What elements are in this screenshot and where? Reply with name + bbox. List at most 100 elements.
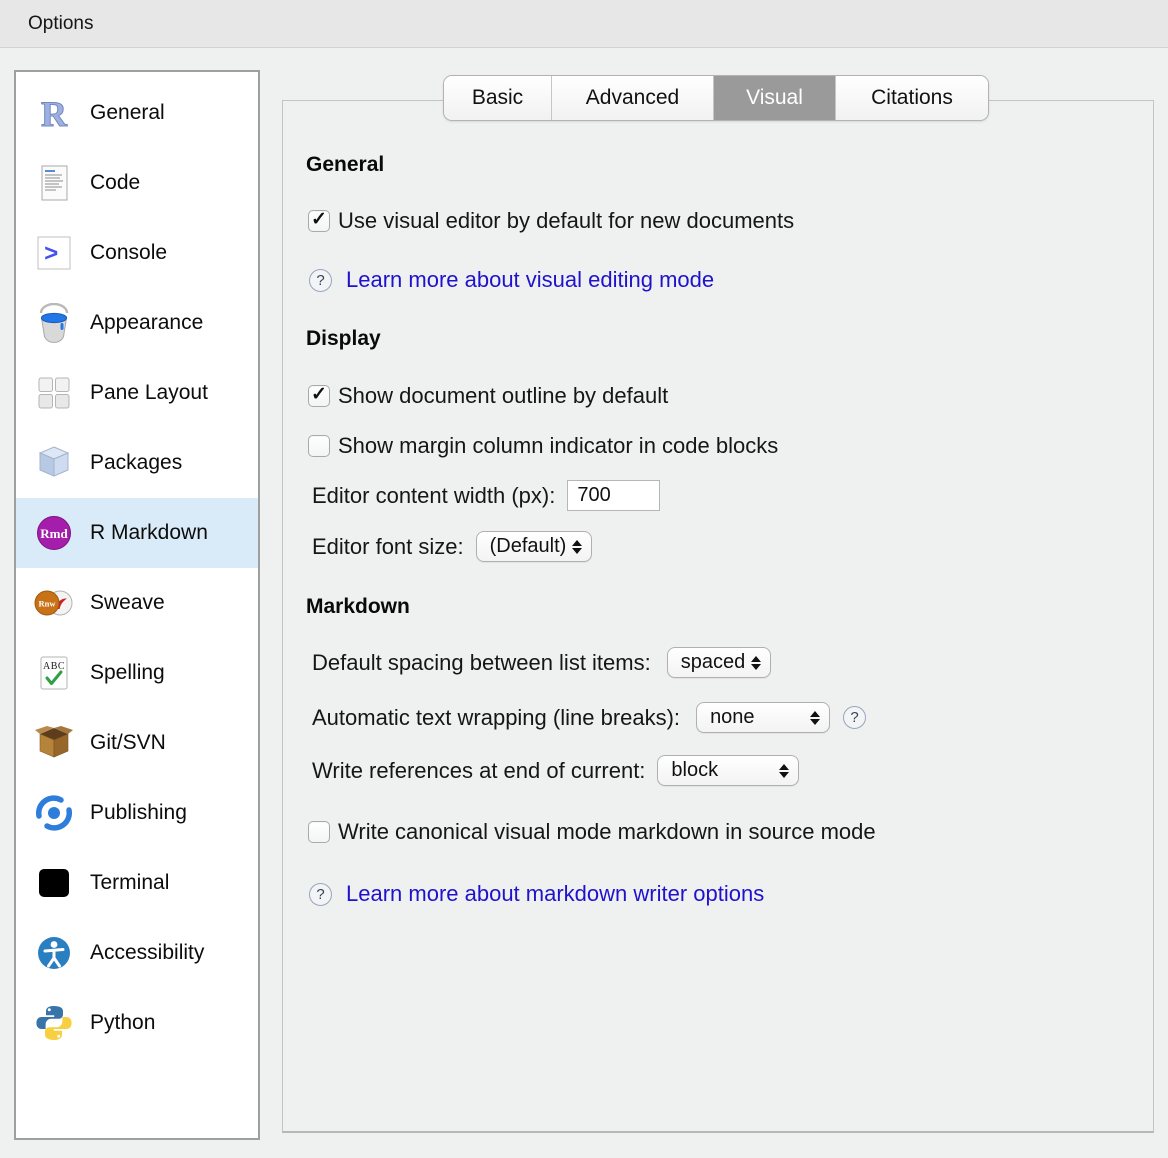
python-icon bbox=[32, 1001, 76, 1045]
show-outline-label: Show document outline by default bbox=[338, 383, 668, 409]
stepper-arrows-icon bbox=[751, 656, 761, 670]
show-margin-row: Show margin column indicator in code blo… bbox=[308, 433, 778, 459]
text-wrapping-value: none bbox=[710, 706, 755, 729]
sidebar-item-label: R Markdown bbox=[90, 521, 208, 545]
show-outline-row: ✓ Show document outline by default bbox=[308, 383, 668, 409]
section-title-general: General bbox=[306, 153, 384, 177]
markdown-writer-help-row: ? Learn more about markdown writer optio… bbox=[309, 881, 764, 907]
svg-text:ABC: ABC bbox=[43, 661, 65, 672]
canonical-markdown-checkbox[interactable] bbox=[308, 821, 330, 843]
sidebar-item-general[interactable]: R General bbox=[16, 78, 258, 148]
sidebar-item-label: Git/SVN bbox=[90, 731, 166, 755]
canonical-markdown-row: Write canonical visual mode markdown in … bbox=[308, 819, 876, 845]
svg-text:Rmd: Rmd bbox=[40, 526, 68, 541]
show-margin-checkbox[interactable] bbox=[308, 435, 330, 457]
r-logo-icon: R bbox=[32, 91, 76, 135]
section-title-display: Display bbox=[306, 327, 381, 351]
tab-visual[interactable]: Visual bbox=[714, 76, 836, 120]
help-icon[interactable]: ? bbox=[309, 269, 332, 292]
editor-width-input[interactable] bbox=[567, 480, 660, 511]
sidebar-item-label: Code bbox=[90, 171, 140, 195]
sidebar-item-label: Publishing bbox=[90, 801, 187, 825]
editor-width-label: Editor content width (px): bbox=[312, 483, 555, 509]
stepper-arrows-icon bbox=[779, 764, 789, 778]
editor-font-size-select[interactable]: (Default) bbox=[476, 531, 593, 562]
sidebar-item-publishing[interactable]: Publishing bbox=[16, 778, 258, 848]
list-spacing-select[interactable]: spaced bbox=[667, 647, 772, 678]
sidebar-item-appearance[interactable]: Appearance bbox=[16, 288, 258, 358]
tab-advanced[interactable]: Advanced bbox=[552, 76, 714, 120]
checkmark-icon: ✓ bbox=[311, 383, 327, 406]
sidebar-item-console[interactable]: > Console bbox=[16, 218, 258, 288]
rmarkdown-icon: Rmd bbox=[32, 511, 76, 555]
tab-bar: Basic Advanced Visual Citations bbox=[443, 75, 989, 121]
sidebar-item-python[interactable]: Python bbox=[16, 988, 258, 1058]
appearance-icon bbox=[32, 301, 76, 345]
svg-text:Rnw: Rnw bbox=[38, 599, 56, 609]
help-icon[interactable]: ? bbox=[309, 883, 332, 906]
sidebar-item-label: Spelling bbox=[90, 661, 165, 685]
sidebar-item-label: Packages bbox=[90, 451, 182, 475]
content-panel bbox=[282, 100, 1154, 1133]
console-icon: > bbox=[32, 231, 76, 275]
sidebar-item-pane-layout[interactable]: Pane Layout bbox=[16, 358, 258, 428]
references-select[interactable]: block bbox=[657, 755, 799, 786]
sidebar-item-sweave[interactable]: Rnw Sweave bbox=[16, 568, 258, 638]
use-visual-editor-label: Use visual editor by default for new doc… bbox=[338, 208, 794, 234]
stepper-arrows-icon bbox=[572, 540, 582, 554]
sidebar-item-packages[interactable]: Packages bbox=[16, 428, 258, 498]
sidebar-item-terminal[interactable]: Terminal bbox=[16, 848, 258, 918]
tab-citations[interactable]: Citations bbox=[836, 76, 988, 120]
sidebar-item-label: General bbox=[90, 101, 165, 125]
references-row: Write references at end of current: bloc… bbox=[312, 755, 799, 786]
sidebar-item-r-markdown[interactable]: Rmd R Markdown bbox=[16, 498, 258, 568]
svg-text:R: R bbox=[41, 94, 68, 133]
editor-font-size-row: Editor font size: (Default) bbox=[312, 531, 592, 562]
sidebar-item-label: Appearance bbox=[90, 311, 203, 335]
options-sidebar: R General Code > Console Appearance Pane… bbox=[14, 70, 260, 1140]
options-dialog: { "window": { "title": "Options" }, "ico… bbox=[0, 0, 1168, 1158]
text-wrapping-label: Automatic text wrapping (line breaks): bbox=[312, 705, 680, 731]
sidebar-item-git-svn[interactable]: Git/SVN bbox=[16, 708, 258, 778]
learn-visual-editing-link[interactable]: Learn more about visual editing mode bbox=[346, 267, 714, 293]
editor-width-row: Editor content width (px): bbox=[312, 480, 660, 511]
packages-icon bbox=[32, 441, 76, 485]
sidebar-item-label: Pane Layout bbox=[90, 381, 208, 405]
editor-font-size-value: (Default) bbox=[490, 535, 567, 558]
pane-layout-icon bbox=[32, 371, 76, 415]
code-icon bbox=[32, 161, 76, 205]
use-visual-editor-checkbox[interactable]: ✓ bbox=[308, 210, 330, 232]
use-visual-editor-row: ✓ Use visual editor by default for new d… bbox=[308, 208, 794, 234]
sidebar-item-label: Terminal bbox=[90, 871, 169, 895]
accessibility-icon bbox=[32, 931, 76, 975]
spelling-icon: ABC bbox=[32, 651, 76, 695]
canonical-markdown-label: Write canonical visual mode markdown in … bbox=[338, 819, 876, 845]
learn-markdown-writer-link[interactable]: Learn more about markdown writer options bbox=[346, 881, 764, 907]
sidebar-item-spelling[interactable]: ABC Spelling bbox=[16, 638, 258, 708]
sidebar-item-label: Console bbox=[90, 241, 167, 265]
tab-basic[interactable]: Basic bbox=[444, 76, 552, 120]
checkmark-icon: ✓ bbox=[311, 208, 327, 231]
sidebar-item-code[interactable]: Code bbox=[16, 148, 258, 218]
editor-font-size-label: Editor font size: bbox=[312, 534, 464, 560]
section-title-markdown: Markdown bbox=[306, 595, 410, 619]
sidebar-item-accessibility[interactable]: Accessibility bbox=[16, 918, 258, 988]
window-titlebar: Options bbox=[0, 0, 1168, 48]
visual-editing-help-row: ? Learn more about visual editing mode bbox=[309, 267, 714, 293]
terminal-icon bbox=[32, 861, 76, 905]
svg-text:>: > bbox=[44, 242, 58, 269]
show-margin-label: Show margin column indicator in code blo… bbox=[338, 433, 778, 459]
show-outline-checkbox[interactable]: ✓ bbox=[308, 385, 330, 407]
sidebar-item-label: Python bbox=[90, 1011, 155, 1035]
help-icon[interactable]: ? bbox=[843, 706, 866, 729]
publishing-icon bbox=[32, 791, 76, 835]
list-spacing-label: Default spacing between list items: bbox=[312, 650, 651, 676]
references-label: Write references at end of current: bbox=[312, 758, 645, 784]
text-wrapping-select[interactable]: none bbox=[696, 702, 830, 733]
sidebar-item-label: Sweave bbox=[90, 591, 165, 615]
text-wrapping-row: Automatic text wrapping (line breaks): n… bbox=[312, 702, 866, 733]
list-spacing-value: spaced bbox=[681, 651, 746, 674]
window-title: Options bbox=[28, 13, 93, 35]
sweave-icon: Rnw bbox=[32, 581, 76, 625]
list-spacing-row: Default spacing between list items: spac… bbox=[312, 647, 771, 678]
